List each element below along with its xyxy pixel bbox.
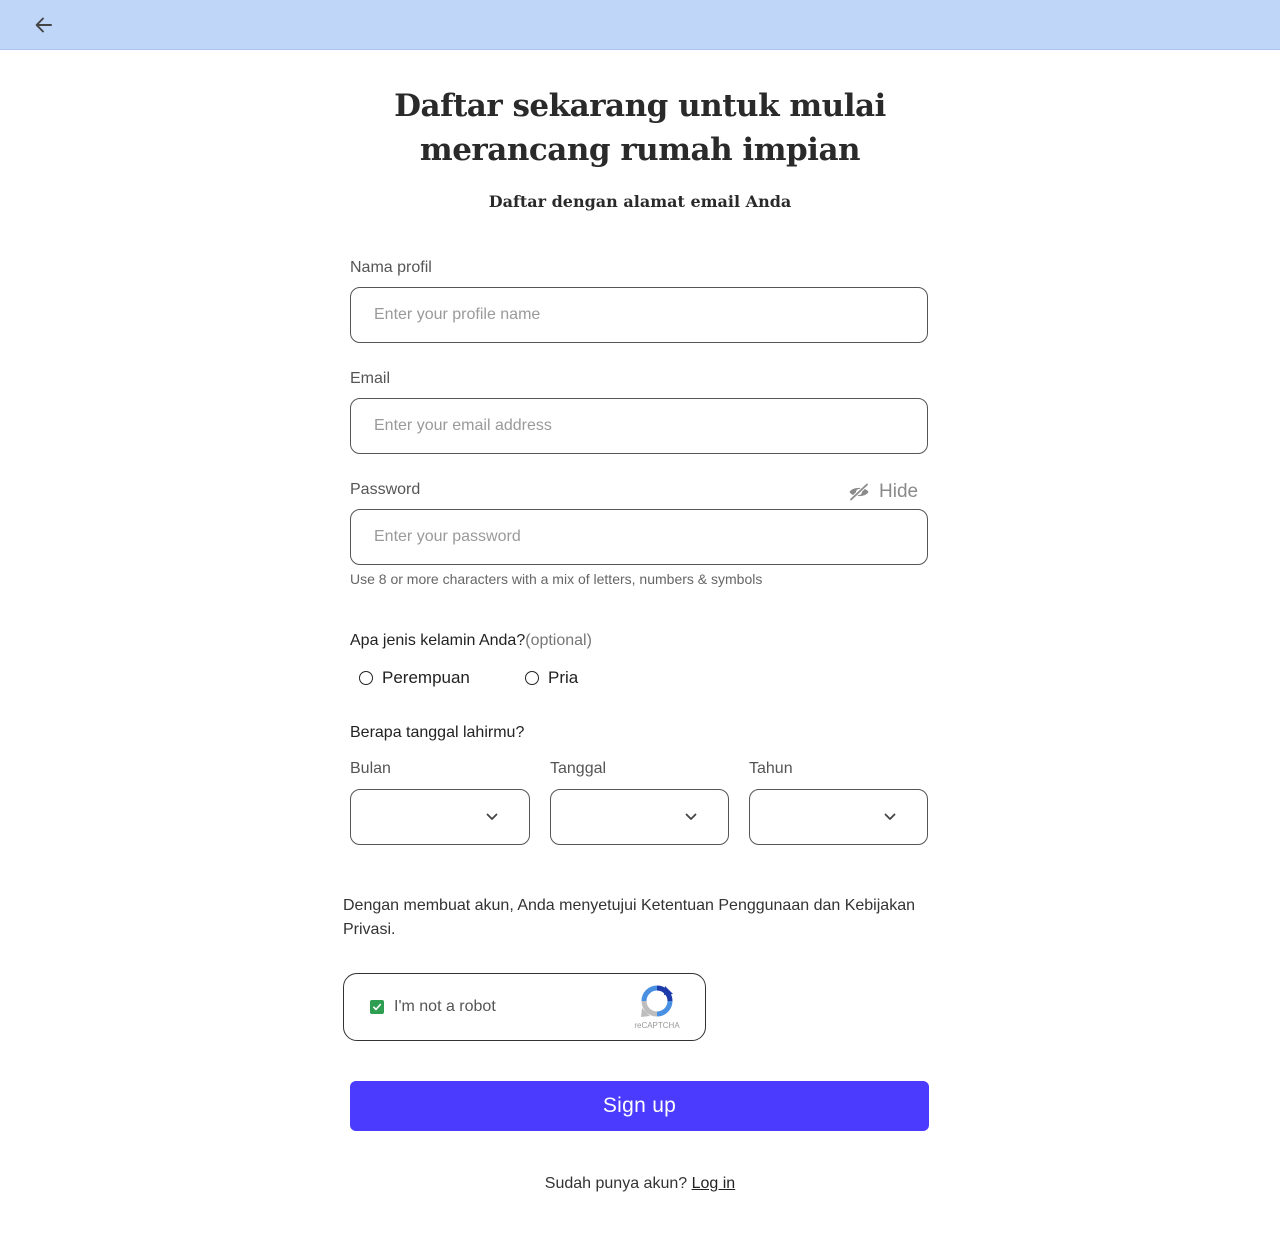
month-select[interactable]	[350, 789, 530, 845]
arrow-left-icon	[35, 17, 52, 33]
optional-tag: (optional)	[525, 632, 592, 649]
password-toggle-label: Hide	[879, 481, 919, 502]
checkmark-icon	[373, 1003, 382, 1011]
login-prompt-text: Sudah punya akun?	[544, 1175, 688, 1192]
password-input[interactable]	[351, 510, 927, 564]
page-subtitle: Daftar dengan alamat email Anda	[488, 192, 792, 211]
password-hint: Use 8 or more characters with a mix of l…	[350, 571, 763, 587]
radio-circle-icon	[359, 671, 373, 685]
gender-option-pria[interactable]: Pria	[525, 668, 578, 688]
recaptcha-logo-icon	[641, 985, 673, 1017]
day-label: Tanggal	[550, 760, 607, 777]
password-label: Password	[350, 481, 421, 498]
login-prompt: Sudah punya akun? Log in	[330, 1175, 950, 1193]
email-field-wrapper	[350, 398, 928, 454]
recaptcha-widget: I'm not a robot reCAPTCHA	[343, 973, 706, 1041]
month-label: Bulan	[350, 760, 391, 777]
password-field-wrapper	[350, 509, 928, 565]
email-label: Email	[350, 370, 391, 387]
day-select[interactable]	[550, 789, 729, 845]
terms-text: Dengan membuat akun, Anda menyetujui Ket…	[343, 897, 915, 938]
profile-name-input[interactable]	[351, 288, 927, 342]
captcha-checkbox[interactable]	[370, 1000, 384, 1014]
login-link[interactable]: Log in	[692, 1175, 736, 1192]
chevron-down-icon	[486, 813, 498, 820]
year-label: Tahun	[749, 760, 793, 777]
password-visibility-toggle[interactable]: Hide	[848, 480, 918, 504]
email-input[interactable]	[351, 399, 927, 453]
year-select[interactable]	[749, 789, 928, 845]
back-button[interactable]	[28, 9, 60, 41]
gender-question-text: Apa jenis kelamin Anda?	[350, 632, 526, 649]
page-title: Daftar sekarang untuk mulai merancang ru…	[394, 88, 886, 168]
gender-option-label: Pria	[548, 668, 579, 687]
gender-option-label: Perempuan	[382, 668, 470, 687]
gender-question: Apa jenis kelamin Anda?(optional)	[350, 632, 592, 650]
profile-name-field-wrapper	[350, 287, 928, 343]
chevron-down-icon	[685, 813, 697, 820]
eye-slash-icon	[849, 483, 869, 501]
profile-name-label: Nama profil	[350, 259, 432, 276]
sign-up-button[interactable]: Sign up	[350, 1081, 929, 1131]
top-bar	[0, 0, 1280, 50]
recaptcha-brand: reCAPTCHA	[634, 1021, 680, 1030]
chevron-down-icon	[884, 813, 896, 820]
gender-option-perempuan[interactable]: Perempuan	[359, 668, 470, 688]
captcha-label: I'm not a robot	[394, 998, 496, 1015]
radio-circle-icon	[525, 671, 539, 685]
birthdate-question: Berapa tanggal lahirmu?	[350, 724, 525, 741]
